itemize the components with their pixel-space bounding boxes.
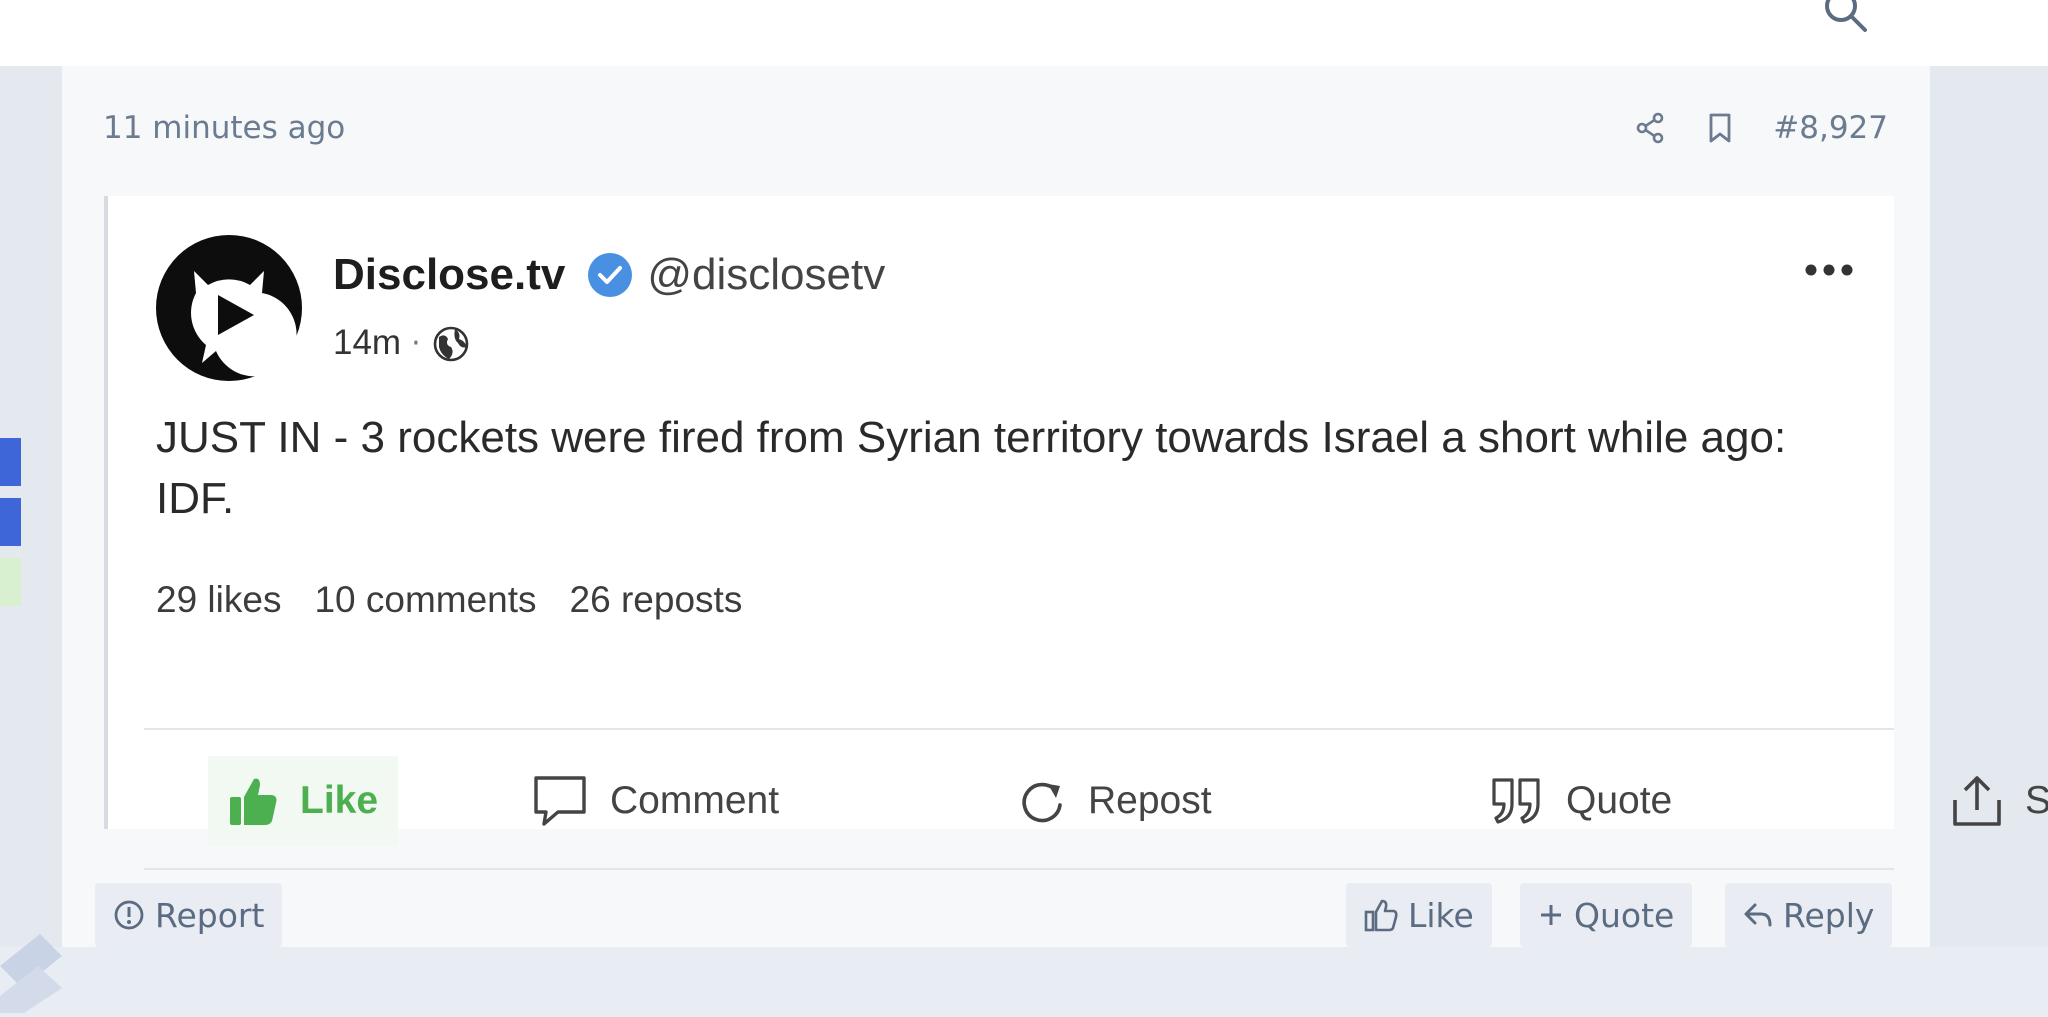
forum-post: 11 minutes ago #8,927 Disclose.tv @discl… <box>62 66 2048 947</box>
thumbs-up-icon <box>1364 898 1398 932</box>
post-timestamp[interactable]: 11 minutes ago <box>103 110 345 146</box>
plus-icon <box>1538 902 1564 928</box>
footer-like-button[interactable]: Like <box>1346 883 1492 947</box>
author-name[interactable]: Disclose.tv <box>333 250 565 300</box>
left-sidebar-edge <box>0 66 62 1013</box>
share-button[interactable]: Share <box>1951 756 2048 846</box>
footer-quote-button[interactable]: Quote <box>1520 883 1693 947</box>
thumbs-up-icon <box>228 775 278 827</box>
comment-button[interactable]: Comment <box>532 756 779 846</box>
footer-like-label: Like <box>1408 895 1474 935</box>
author-row: Disclose.tv @disclosetv <box>333 250 885 300</box>
report-label: Report <box>155 895 265 935</box>
bookmark-icon[interactable] <box>1707 112 1733 144</box>
footer-reply-button[interactable]: Reply <box>1725 883 1893 947</box>
comment-label: Comment <box>610 779 780 822</box>
comments-count[interactable]: 10 comments <box>314 579 536 621</box>
embedded-social-post: Disclose.tv @disclosetv 14m · JUST IN - … <box>104 196 2048 870</box>
post-stats: 29 likes 10 comments 26 reposts <box>156 579 775 621</box>
top-bar <box>0 0 2048 67</box>
likes-count[interactable]: 29 likes <box>156 579 281 621</box>
sidebar-marker <box>0 498 21 546</box>
decorative-shape <box>0 926 62 1017</box>
divider <box>144 868 1894 870</box>
divider <box>144 728 1894 730</box>
verified-badge-icon <box>587 252 633 298</box>
comment-icon <box>532 774 588 828</box>
post-action-bar: Like Comment Repost Quote S <box>144 756 2048 846</box>
report-icon <box>113 899 145 931</box>
separator: · <box>411 325 421 361</box>
footer-quote-label: Quote <box>1574 895 1675 935</box>
author-avatar[interactable] <box>156 235 302 381</box>
reply-icon <box>1743 901 1773 929</box>
share-upload-icon <box>1951 774 2003 828</box>
post-age: 14m <box>333 323 402 362</box>
reposts-count[interactable]: 26 reposts <box>570 579 743 621</box>
post-subinfo: 14m · <box>333 323 471 363</box>
like-label: Like <box>300 779 379 822</box>
post-body-text: JUST IN - 3 rockets were fired from Syri… <box>156 413 1787 523</box>
repost-button[interactable]: Repost <box>1018 756 1212 846</box>
sidebar-marker <box>0 558 21 606</box>
sidebar-marker <box>0 438 21 486</box>
share-label: Share <box>2025 779 2048 822</box>
author-handle[interactable]: @disclosetv <box>647 250 885 300</box>
footer-reply-label: Reply <box>1783 895 1875 935</box>
globe-icon <box>431 323 471 363</box>
quote-icon <box>1490 774 1544 828</box>
repost-icon <box>1018 776 1066 826</box>
quote-label: Quote <box>1566 779 1673 822</box>
like-button[interactable]: Like <box>208 756 399 846</box>
repost-label: Repost <box>1088 779 1212 822</box>
post-number-link[interactable]: #8,927 <box>1773 110 1888 146</box>
share-icon[interactable] <box>1635 112 1665 144</box>
report-button[interactable]: Report <box>95 883 283 947</box>
search-icon[interactable] <box>1821 0 1873 42</box>
quote-button[interactable]: Quote <box>1490 756 1672 846</box>
post-meta-actions: #8,927 <box>1635 110 1888 146</box>
more-options-icon[interactable] <box>1804 262 1854 278</box>
